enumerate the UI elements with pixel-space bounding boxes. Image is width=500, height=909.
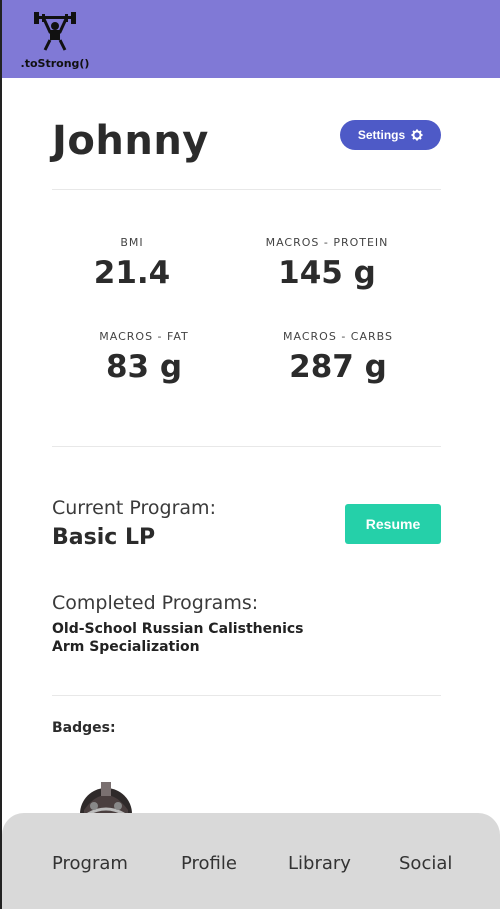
stat-carbs: MACROS - CARBS 287 g (248, 330, 428, 385)
current-program-label: Current Program: (52, 497, 216, 519)
left-border (0, 0, 2, 909)
settings-label: Settings (357, 128, 406, 142)
nav-social[interactable]: Social (399, 853, 452, 874)
resume-button[interactable]: Resume (345, 504, 441, 544)
badges-label: Badges: (52, 720, 116, 736)
stat-label: MACROS - PROTEIN (265, 236, 389, 249)
stat-protein: MACROS - PROTEIN 145 g (237, 236, 417, 291)
divider (52, 446, 441, 447)
stat-fat: MACROS - FAT 83 g (54, 330, 234, 385)
app-header: .toStrong() (0, 0, 500, 78)
divider (52, 695, 441, 696)
stat-label: MACROS - CARBS (283, 330, 393, 343)
current-program-name: Basic LP (52, 525, 156, 550)
logo-text: .toStrong() (20, 57, 90, 70)
stat-value: 287 g (289, 349, 387, 385)
user-name: Johnny (52, 118, 209, 164)
stat-label: BMI (120, 236, 144, 249)
completed-programs-list: Old-School Russian Calisthenics Arm Spec… (52, 620, 304, 656)
gear-icon (411, 129, 423, 141)
completed-programs-label: Completed Programs: (52, 592, 259, 614)
completed-program-item[interactable]: Arm Specialization (52, 638, 304, 656)
nav-profile[interactable]: Profile (181, 853, 237, 874)
stat-value: 145 g (278, 255, 376, 291)
nav-library[interactable]: Library (288, 853, 351, 874)
stat-bmi: BMI 21.4 (42, 236, 222, 291)
bottom-nav: Program Profile Library Social (2, 813, 500, 909)
stat-value: 21.4 (93, 255, 171, 291)
completed-program-item[interactable]: Old-School Russian Calisthenics (52, 620, 304, 638)
weightlifter-icon (34, 12, 76, 51)
stat-value: 83 g (105, 349, 183, 385)
settings-button[interactable]: Settings (340, 120, 441, 150)
stat-label: MACROS - FAT (99, 330, 189, 343)
nav-program[interactable]: Program (52, 853, 128, 874)
divider (52, 189, 441, 190)
app-logo[interactable]: .toStrong() (18, 8, 92, 72)
